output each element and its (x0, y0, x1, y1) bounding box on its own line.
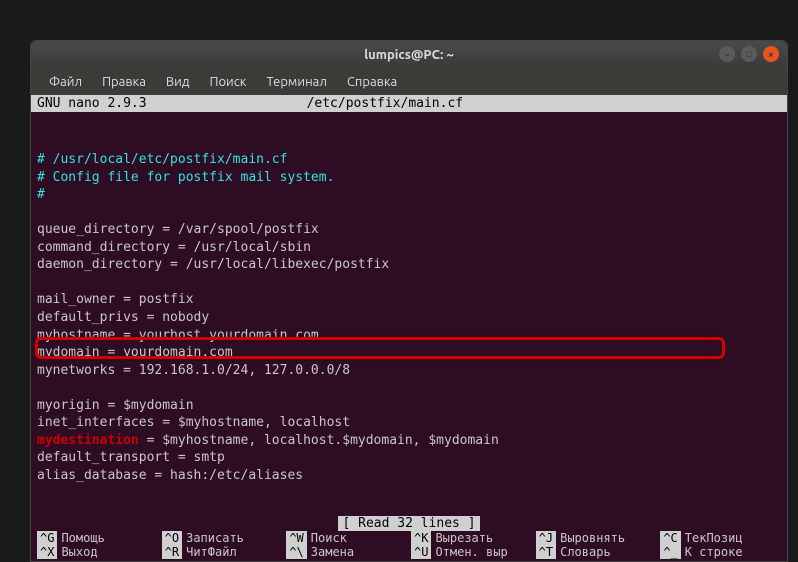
status-message: [ Read 32 lines ] (37, 516, 781, 531)
shortcut-justify[interactable]: ^JВыровнять (536, 531, 657, 545)
blank-line (37, 205, 45, 220)
shortcut-curpos[interactable]: ^CТекПозиц (660, 531, 781, 545)
menu-edit[interactable]: Правка (94, 73, 154, 91)
config-line: command_directory = /usr/local/sbin (37, 240, 311, 255)
nano-filename: /etc/postfix/main.cf (247, 96, 781, 111)
menu-terminal[interactable]: Терминал (258, 73, 334, 91)
menu-view[interactable]: Вид (158, 73, 198, 91)
maximize-button[interactable]: □ (741, 46, 757, 62)
config-line: default_transport = smtp (37, 450, 225, 465)
menubar: Файл Правка Вид Поиск Терминал Справка (31, 69, 787, 95)
config-line: mail_owner = postfix (37, 292, 194, 307)
config-line-highlighted: mydestination = $myhostname, localhost.$… (37, 433, 499, 448)
shortcuts-bar: ^GПомощь ^OЗаписать ^WПоиск ^KВырезать ^… (37, 531, 781, 559)
shortcut-search[interactable]: ^WПоиск (286, 531, 407, 545)
blank-line (37, 135, 45, 150)
window-controls: − □ × (719, 46, 779, 62)
blank-line (37, 380, 45, 395)
shortcut-help[interactable]: ^GПомощь (37, 531, 158, 545)
titlebar: lumpics@PC: ~ − □ × (31, 41, 787, 69)
comment-line: # /usr/local/etc/postfix/main.cf (37, 152, 287, 167)
config-line: alias_database = hash:/etc/aliases (37, 468, 303, 483)
shortcut-spell[interactable]: ^TСловарь (536, 545, 657, 559)
shortcut-cut[interactable]: ^KВырезать (411, 531, 532, 545)
config-line: mydomain = yourdomain.com (37, 345, 233, 360)
nano-header: GNU nano 2.9.3 /etc/postfix/main.cf (31, 95, 787, 112)
blank-line (37, 275, 45, 290)
minimize-button[interactable]: − (719, 46, 735, 62)
comment-line: # Config file for postfix mail system. (37, 170, 334, 185)
window-title: lumpics@PC: ~ (364, 48, 454, 62)
config-line: myorigin = $mydomain (37, 398, 194, 413)
menu-help[interactable]: Справка (339, 73, 405, 91)
config-line: mynetworks = 192.168.1.0/24, 127.0.0.0/8 (37, 363, 350, 378)
shortcut-writeout[interactable]: ^OЗаписать (162, 531, 283, 545)
config-line: inet_interfaces = $myhostname, localhost (37, 415, 350, 430)
shortcut-uncut[interactable]: ^UОтмен. выр (411, 545, 532, 559)
nano-statusbar: [ Read 32 lines ] ^GПомощь ^OЗаписать ^W… (31, 516, 787, 561)
menu-file[interactable]: Файл (41, 73, 90, 91)
nano-app-name: GNU nano 2.9.3 (37, 96, 247, 111)
editor-area[interactable]: # /usr/local/etc/postfix/main.cf # Confi… (31, 112, 787, 516)
comment-line: # (37, 187, 45, 202)
shortcut-exit[interactable]: ^XВыход (37, 545, 158, 559)
shortcut-replace[interactable]: ^\Замена (286, 545, 407, 559)
config-line: default_privs = nobody (37, 310, 209, 325)
config-line: queue_directory = /var/spool/postfix (37, 222, 319, 237)
shortcut-readfile[interactable]: ^RЧитФайл (162, 545, 283, 559)
shortcut-gotoline[interactable]: ^_К строке (660, 545, 781, 559)
config-line: daemon_directory = /usr/local/libexec/po… (37, 257, 389, 272)
config-line: myhostname = yourhost.yourdomain.com (37, 328, 319, 343)
menu-search[interactable]: Поиск (201, 73, 254, 91)
terminal-window: lumpics@PC: ~ − □ × Файл Правка Вид Поис… (30, 40, 788, 562)
close-button[interactable]: × (763, 46, 779, 62)
